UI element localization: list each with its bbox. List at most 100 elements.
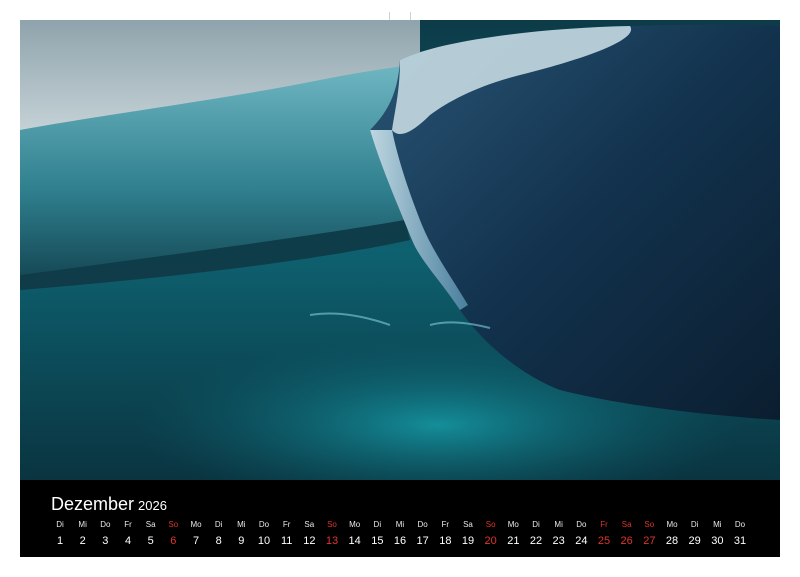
weekday-label: Fr xyxy=(600,520,608,529)
day-number: 8 xyxy=(215,535,222,547)
weekday-label: Sa xyxy=(621,520,632,529)
day-cell: Sa 26 xyxy=(615,520,639,548)
weekday-label: Do xyxy=(417,520,428,529)
month-title: Dezember 2026 xyxy=(51,494,167,515)
day-cell: Fr 4 xyxy=(116,520,140,548)
day-number: 24 xyxy=(575,535,588,547)
weekday-label: So xyxy=(327,520,337,529)
day-number: 18 xyxy=(439,535,452,547)
weekday-label: Di xyxy=(56,520,64,529)
day-number: 5 xyxy=(147,535,154,547)
day-number: 28 xyxy=(665,535,679,547)
calendar-strip: Dezember 2026 Di 1 Mi 2 Do 3 Fr 4 Sa 5 So 6 Mo 7 Di 8 Mi 9… xyxy=(20,480,780,557)
weekday-label: Do xyxy=(734,520,746,529)
weekday-label: So xyxy=(168,520,179,529)
weekday-label: Mi xyxy=(78,520,87,529)
weekday-label: Mi xyxy=(395,520,405,529)
day-cell: Mo 14 xyxy=(343,520,367,548)
day-number: 15 xyxy=(371,535,384,547)
weekday-label: Sa xyxy=(304,520,315,529)
weekday-label: Mo xyxy=(349,520,361,529)
weekday-label: Fr xyxy=(282,520,291,529)
day-number: 31 xyxy=(733,535,747,547)
day-cell: Mi 30 xyxy=(705,520,729,548)
day-cell: Di 29 xyxy=(683,520,707,548)
weekday-label: Sa xyxy=(463,520,473,529)
day-number: 20 xyxy=(484,535,497,547)
weekday-label: So xyxy=(644,520,655,529)
weekday-label: Do xyxy=(576,520,587,529)
day-number: 16 xyxy=(393,535,407,547)
day-cell: So 20 xyxy=(479,520,503,548)
day-number: 26 xyxy=(620,535,633,547)
day-number: 17 xyxy=(416,535,429,547)
day-number: 14 xyxy=(348,535,361,547)
weekday-label: Di xyxy=(532,520,540,529)
day-cell: Fr 11 xyxy=(275,520,299,548)
day-number: 9 xyxy=(238,535,245,547)
day-number: 27 xyxy=(643,535,656,547)
day-cell: Sa 19 xyxy=(456,520,480,548)
day-cell: So 13 xyxy=(320,520,344,548)
weekday-label: Di xyxy=(373,520,382,529)
iceberg-photo-drawing xyxy=(20,20,780,480)
day-cell: Do 3 xyxy=(93,520,117,548)
day-cell: Mi 2 xyxy=(71,520,95,548)
day-cell: Mo 7 xyxy=(184,520,208,548)
weekday-label: Mi xyxy=(554,520,563,529)
day-number: 11 xyxy=(280,535,293,547)
weekday-label: Di xyxy=(214,520,223,529)
weekday-label: So xyxy=(485,520,496,529)
day-number: 7 xyxy=(192,535,200,547)
day-cell: Do 17 xyxy=(411,520,435,548)
day-number: 2 xyxy=(79,535,86,547)
day-number: 23 xyxy=(552,535,565,547)
day-cell: So 27 xyxy=(637,520,661,548)
weekday-label: Mo xyxy=(507,520,519,529)
day-cell: So 6 xyxy=(161,520,185,548)
day-cell: Do 24 xyxy=(569,520,593,548)
month-name: Dezember xyxy=(51,494,135,514)
day-cell: Di 1 xyxy=(48,520,72,548)
weekday-label: Mo xyxy=(190,520,202,529)
day-number: 19 xyxy=(461,535,475,547)
weekday-label: Do xyxy=(258,520,270,529)
day-number: 4 xyxy=(124,535,132,547)
day-cell: Mi 23 xyxy=(547,520,571,548)
day-cell: Mo 28 xyxy=(660,520,684,548)
day-cell: Sa 5 xyxy=(139,520,163,548)
day-number: 3 xyxy=(102,535,109,547)
day-number: 10 xyxy=(257,535,271,547)
year-label: 2026 xyxy=(138,498,167,513)
day-number: 29 xyxy=(688,535,701,547)
day-cell: Fr 25 xyxy=(592,520,616,548)
day-number: 6 xyxy=(170,535,177,547)
weekday-label: Mo xyxy=(666,520,678,529)
day-cell: Mi 16 xyxy=(388,520,412,548)
day-cell: Fr 18 xyxy=(433,520,457,548)
day-cell: Di 8 xyxy=(207,520,231,548)
day-number: 1 xyxy=(56,535,64,547)
weekday-label: Sa xyxy=(145,520,156,529)
day-cell: Di 15 xyxy=(365,520,389,548)
day-cell: Do 31 xyxy=(728,520,752,548)
weekday-label: Mi xyxy=(713,520,722,529)
day-number: 22 xyxy=(529,535,543,547)
day-number: 30 xyxy=(711,535,724,547)
day-cell: Do 10 xyxy=(252,520,276,548)
weekday-label: Mi xyxy=(237,520,246,529)
day-cell: Mo 21 xyxy=(501,520,525,548)
weekday-label: Do xyxy=(100,520,111,529)
day-cell: Di 22 xyxy=(524,520,548,548)
weekday-label: Di xyxy=(690,520,699,529)
weekday-label: Fr xyxy=(441,520,450,529)
day-number: 12 xyxy=(303,535,316,547)
days-row: Di 1 Mi 2 Do 3 Fr 4 Sa 5 So 6 Mo 7 Di 8 Mi 9 Do 10 Fr 11 Sa 12 S… xyxy=(48,520,752,554)
day-number: 21 xyxy=(507,535,520,547)
iceberg-photo xyxy=(20,20,780,480)
day-number: 13 xyxy=(325,535,339,547)
weekday-label: Fr xyxy=(124,520,132,529)
day-cell: Sa 12 xyxy=(297,520,321,548)
day-number: 25 xyxy=(597,535,611,547)
day-cell: Mi 9 xyxy=(229,520,253,548)
